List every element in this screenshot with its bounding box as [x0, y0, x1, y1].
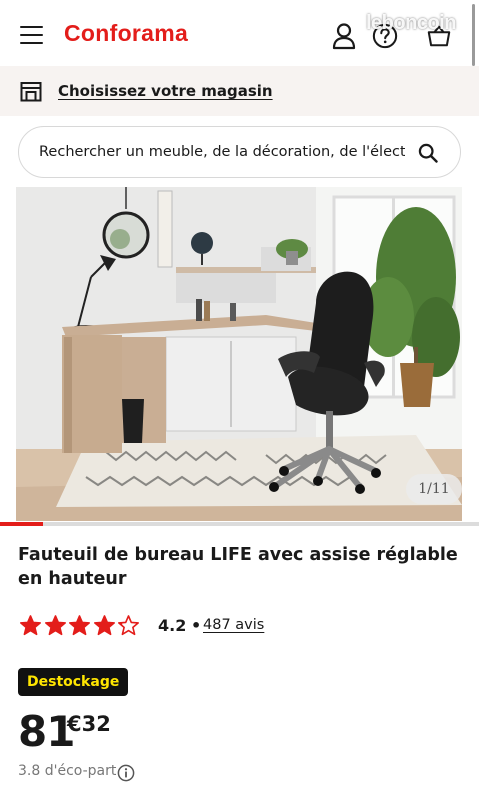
reviews-link[interactable]: 487 avis [203, 617, 264, 633]
menu-button[interactable] [20, 24, 44, 45]
store-selector-bar[interactable]: Choisissez votre magasin [0, 66, 479, 116]
search-input[interactable] [39, 127, 405, 177]
menu-icon-bar [20, 26, 43, 29]
star-full-icon [93, 615, 115, 636]
star-half-icon [118, 615, 139, 636]
search-icon[interactable] [418, 143, 438, 163]
info-icon[interactable] [117, 764, 135, 782]
menu-icon-bar [20, 42, 43, 45]
product-title: Fauteuil de bureau LIFE avec assise régl… [18, 545, 458, 589]
search-bar[interactable] [18, 126, 461, 178]
star-full-icon [44, 615, 66, 636]
star-full-icon [20, 615, 41, 636]
star-full-icon [69, 615, 90, 636]
eco-part: 3.8 d'éco-part [18, 763, 117, 779]
price-cents: €32 [67, 712, 111, 736]
gallery-progress-fill [0, 522, 44, 526]
gallery-progress [0, 522, 479, 526]
rating-separator: • [191, 616, 202, 635]
destockage-badge: Destockage [18, 668, 129, 696]
choose-store-link[interactable]: Choisissez votre magasin [58, 82, 273, 100]
rating: 4.2 • 487 avis [20, 613, 460, 639]
product-photo [16, 187, 462, 521]
price-integer: 81 [18, 707, 75, 756]
star-rating [20, 615, 143, 636]
store-icon [20, 82, 42, 102]
conforama-logo[interactable]: Conforama [64, 20, 188, 47]
rating-value: 4.2 [158, 616, 187, 635]
header: Conforama leboncoin [0, 0, 479, 66]
image-counter: 1/11 [406, 474, 462, 504]
user-icon[interactable] [331, 22, 357, 50]
menu-icon-bar [20, 34, 43, 37]
leboncoin-watermark: leboncoin [366, 12, 456, 34]
scrollbar[interactable] [472, 4, 475, 66]
product-image-carousel[interactable]: 1/11 [16, 187, 462, 521]
